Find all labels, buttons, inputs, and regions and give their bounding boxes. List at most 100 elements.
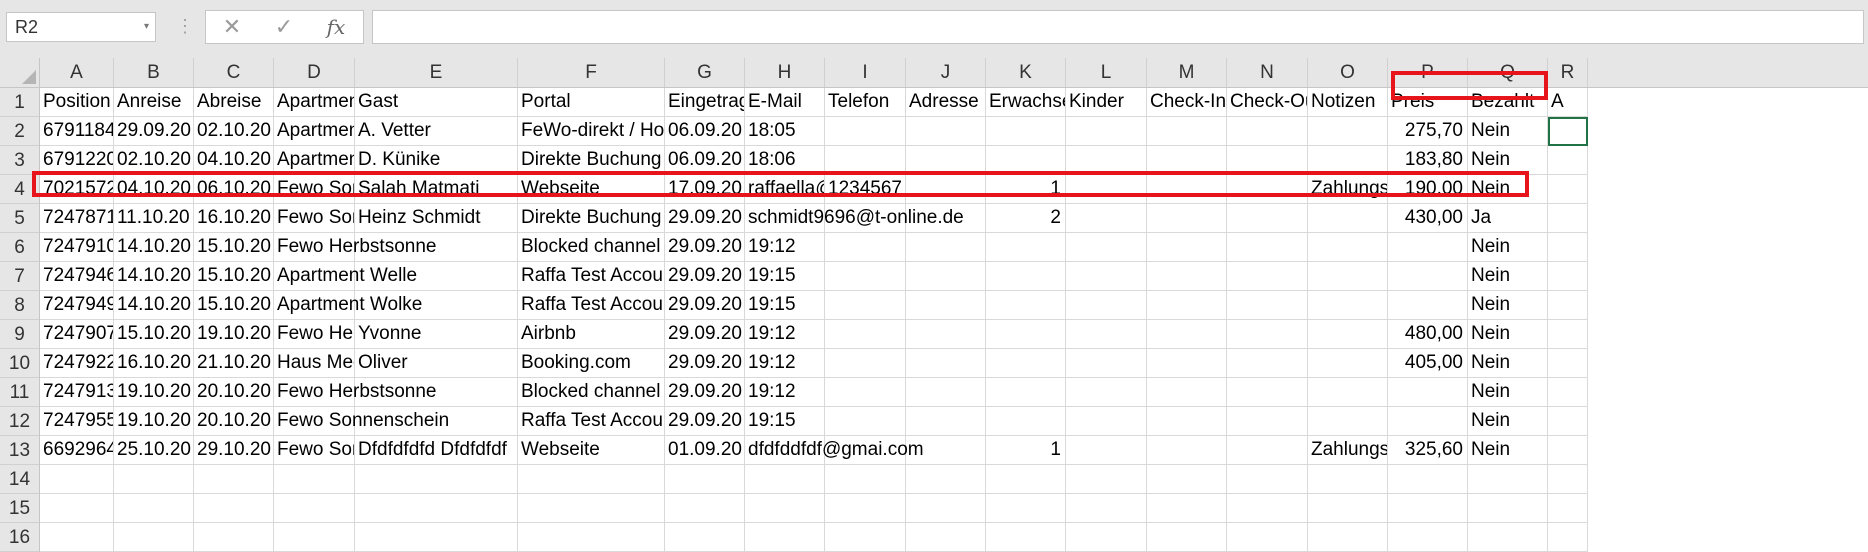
- cell-k2[interactable]: [986, 117, 1066, 146]
- cell-h5[interactable]: schmidt9696@t-online.de: [745, 204, 964, 233]
- cell-d11[interactable]: Fewo Herbstsonne: [274, 378, 436, 407]
- cell-f12[interactable]: Raffa Test Account: [518, 407, 665, 436]
- cell-n8[interactable]: [1227, 291, 1308, 320]
- cell-i7[interactable]: [825, 262, 906, 291]
- cell-j12[interactable]: [906, 407, 986, 436]
- cell-f3[interactable]: Direkte Buchung: [518, 146, 665, 175]
- cell-j11[interactable]: [906, 378, 986, 407]
- cell-r10[interactable]: [1548, 349, 1588, 378]
- cell-q7[interactable]: Nein: [1468, 262, 1548, 291]
- cell-b6[interactable]: 14.10.20: [114, 233, 194, 262]
- cell-q11[interactable]: Nein: [1468, 378, 1548, 407]
- cell-k6[interactable]: [986, 233, 1066, 262]
- cell-b16[interactable]: [114, 523, 194, 552]
- cell-l16[interactable]: [1066, 523, 1147, 552]
- cell-g16[interactable]: [665, 523, 745, 552]
- cell-r15[interactable]: [1548, 494, 1588, 523]
- cell-h6[interactable]: 19:12: [745, 233, 825, 262]
- row-header-4[interactable]: 4: [0, 175, 39, 204]
- cell-a9[interactable]: 7247907: [40, 320, 114, 349]
- cell-a8[interactable]: 7247949: [40, 291, 114, 320]
- cell-a11[interactable]: 7247913: [40, 378, 114, 407]
- column-header-q[interactable]: Q: [1468, 58, 1548, 87]
- cell-j7[interactable]: [906, 262, 986, 291]
- cell-k1[interactable]: Erwachsene: [986, 88, 1066, 117]
- cell-c4[interactable]: 06.10.20: [194, 175, 274, 204]
- cell-q10[interactable]: Nein: [1468, 349, 1548, 378]
- cell-l10[interactable]: [1066, 349, 1147, 378]
- cell-f14[interactable]: [518, 465, 665, 494]
- cell-j1[interactable]: Adresse: [906, 88, 986, 117]
- cell-k14[interactable]: [986, 465, 1066, 494]
- cell-m4[interactable]: [1147, 175, 1227, 204]
- cell-q5[interactable]: Ja: [1468, 204, 1548, 233]
- cell-l3[interactable]: [1066, 146, 1147, 175]
- cell-o2[interactable]: [1308, 117, 1388, 146]
- name-box[interactable]: R2 ▾: [6, 12, 156, 42]
- cell-c3[interactable]: 04.10.20: [194, 146, 274, 175]
- cell-p1[interactable]: Preis: [1388, 88, 1468, 117]
- cell-h10[interactable]: 19:12: [745, 349, 825, 378]
- cell-i10[interactable]: [825, 349, 906, 378]
- cell-d15[interactable]: [274, 494, 355, 523]
- cell-r8[interactable]: [1548, 291, 1588, 320]
- cell-a16[interactable]: [40, 523, 114, 552]
- row-header-15[interactable]: 15: [0, 494, 39, 523]
- cell-p10[interactable]: 405,00: [1388, 349, 1468, 378]
- column-header-e[interactable]: E: [355, 58, 518, 87]
- cell-m1[interactable]: Check-In: [1147, 88, 1227, 117]
- cell-r4[interactable]: [1548, 175, 1588, 204]
- cell-e13[interactable]: Dfdfdfdfd Dfdfdfdf: [355, 436, 518, 465]
- cell-k3[interactable]: [986, 146, 1066, 175]
- row-header-13[interactable]: 13: [0, 436, 39, 465]
- cell-g9[interactable]: 29.09.20: [665, 320, 745, 349]
- cell-o15[interactable]: [1308, 494, 1388, 523]
- cell-m2[interactable]: [1147, 117, 1227, 146]
- cell-h16[interactable]: [745, 523, 825, 552]
- row-header-3[interactable]: 3: [0, 146, 39, 175]
- row-header-12[interactable]: 12: [0, 407, 39, 436]
- cell-q9[interactable]: Nein: [1468, 320, 1548, 349]
- cell-l14[interactable]: [1066, 465, 1147, 494]
- cell-h13[interactable]: dfdfddfdf@gmai.com: [745, 436, 924, 465]
- cell-n13[interactable]: [1227, 436, 1308, 465]
- cell-d6[interactable]: Fewo Herbstsonne: [274, 233, 436, 262]
- cell-e10[interactable]: Oliver: [355, 349, 518, 378]
- cell-p5[interactable]: 430,00: [1388, 204, 1468, 233]
- cell-k11[interactable]: [986, 378, 1066, 407]
- cell-k15[interactable]: [986, 494, 1066, 523]
- cell-d8[interactable]: Apartment Wolke: [274, 291, 422, 320]
- cell-f15[interactable]: [518, 494, 665, 523]
- cell-l5[interactable]: [1066, 204, 1147, 233]
- cell-f2[interactable]: FeWo-direkt / Home: [518, 117, 665, 146]
- cell-l11[interactable]: [1066, 378, 1147, 407]
- cell-k4[interactable]: 1: [986, 175, 1066, 204]
- row-header-1[interactable]: 1: [0, 88, 39, 117]
- cell-c1[interactable]: Abreise: [194, 88, 274, 117]
- cell-g6[interactable]: 29.09.20: [665, 233, 745, 262]
- cell-f11[interactable]: Blocked channel aut: [518, 378, 665, 407]
- column-header-h[interactable]: H: [745, 58, 825, 87]
- cell-r7[interactable]: [1548, 262, 1588, 291]
- column-header-d[interactable]: D: [274, 58, 355, 87]
- cell-a10[interactable]: 7247922: [40, 349, 114, 378]
- cell-n5[interactable]: [1227, 204, 1308, 233]
- insert-function-icon[interactable]: fx: [310, 11, 362, 43]
- cell-g12[interactable]: 29.09.20: [665, 407, 745, 436]
- cell-a13[interactable]: 6692964: [40, 436, 114, 465]
- cell-f1[interactable]: Portal: [518, 88, 665, 117]
- cell-g7[interactable]: 29.09.20: [665, 262, 745, 291]
- cell-p4[interactable]: 190,00: [1388, 175, 1468, 204]
- cell-l8[interactable]: [1066, 291, 1147, 320]
- cell-j4[interactable]: [906, 175, 986, 204]
- cell-h3[interactable]: 18:06: [745, 146, 825, 175]
- cell-e1[interactable]: Gast: [355, 88, 518, 117]
- cell-a6[interactable]: 7247910: [40, 233, 114, 262]
- cell-j10[interactable]: [906, 349, 986, 378]
- cell-p12[interactable]: [1388, 407, 1468, 436]
- cell-f9[interactable]: Airbnb: [518, 320, 665, 349]
- cell-o13[interactable]: Zahlungsmethode: [1308, 436, 1388, 465]
- cell-c2[interactable]: 02.10.20: [194, 117, 274, 146]
- cell-c8[interactable]: 15.10.20: [194, 291, 274, 320]
- cell-p13[interactable]: 325,60: [1388, 436, 1468, 465]
